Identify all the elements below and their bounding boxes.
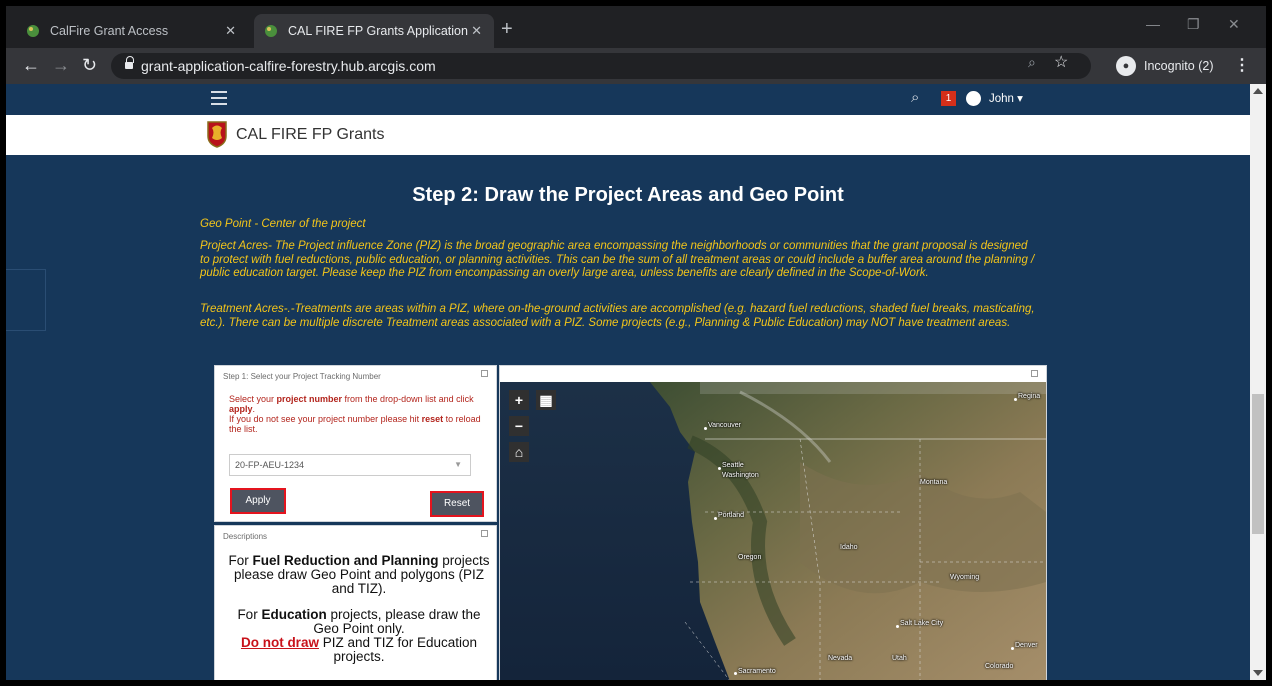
side-panel-tab[interactable] xyxy=(6,269,46,331)
selected-project-value: 20-FP-AEU-1234 xyxy=(235,460,305,470)
forward-arrow-icon[interactable]: → xyxy=(52,56,70,74)
brand-bar: CAL FIRE FP Grants xyxy=(6,115,1250,155)
treatment-acres-note: Treatment Acres-.-Treatments are areas w… xyxy=(200,303,1035,329)
brand-name[interactable]: CAL FIRE FP Grants xyxy=(236,126,384,144)
map-label-denver: Denver xyxy=(1015,642,1038,649)
tab-title: CalFire Grant Access xyxy=(50,24,169,38)
page-viewport: ⌕ 1 John ▾ CAL FIRE FP Grants Step 2: Dr… xyxy=(6,84,1266,680)
home-icon[interactable]: ⌂ xyxy=(509,442,529,462)
scrollbar-thumb[interactable] xyxy=(1252,394,1264,534)
hamburger-menu-icon[interactable] xyxy=(211,91,227,105)
maximize-icon[interactable] xyxy=(1031,370,1038,377)
maximize-icon[interactable] xyxy=(481,530,488,537)
zoom-icon[interactable]: ⌕ xyxy=(1028,54,1036,71)
map-label-sacramento: Sacramento xyxy=(738,668,776,675)
map-label-washington: Washington xyxy=(722,472,759,479)
descriptions-panel: Descriptions For Fuel Reduction and Plan… xyxy=(214,525,497,680)
site-top-nav: ⌕ 1 John ▾ xyxy=(6,84,1250,115)
browser-menu-icon[interactable]: ⋮ xyxy=(1234,55,1250,75)
globe-favicon-icon xyxy=(27,25,39,37)
project-acres-note: Project Acres- The Project influence Zon… xyxy=(200,240,1035,280)
close-icon[interactable]: ✕ xyxy=(471,23,482,39)
chevron-down-icon: ▼ xyxy=(454,460,462,469)
search-icon[interactable]: ⌕ xyxy=(911,89,919,106)
geo-point-note: Geo Point - Center of the project xyxy=(200,218,366,230)
reload-icon[interactable]: ↻ xyxy=(82,56,97,74)
tab-calfire-fp-grants[interactable]: CAL FIRE FP Grants Application ✕ xyxy=(254,14,494,48)
tab-calfire-grant-access[interactable]: CalFire Grant Access ✕ xyxy=(16,14,248,48)
map-city-dot xyxy=(1014,398,1017,401)
map-city-dot xyxy=(718,467,721,470)
reset-button[interactable]: Reset xyxy=(430,491,484,517)
tab-title: CAL FIRE FP Grants Application xyxy=(288,24,468,38)
map-label-salt-lake-city: Salt Lake City xyxy=(900,620,944,627)
map-label-montana: Montana xyxy=(920,479,948,486)
browser-window: CalFire Grant Access ✕ CAL FIRE FP Grant… xyxy=(6,6,1266,680)
restore-icon[interactable]: ❐ xyxy=(1187,16,1200,33)
map-label-nevada: Nevada xyxy=(828,655,853,662)
globe-favicon-icon xyxy=(265,25,277,37)
tab-strip: CalFire Grant Access ✕ CAL FIRE FP Grant… xyxy=(6,6,1266,48)
map-label-idaho: Idaho xyxy=(840,544,858,551)
scroll-up-arrow-icon[interactable] xyxy=(1253,88,1263,94)
zoom-out-icon[interactable]: − xyxy=(509,416,529,436)
map-label-seattle: Seattle xyxy=(722,462,744,469)
map-city-dot xyxy=(704,427,707,430)
calfire-logo[interactable] xyxy=(206,120,228,148)
map-label-vancouver: Vancouver xyxy=(708,422,741,429)
map-label-wyoming: Wyoming xyxy=(950,574,980,581)
incognito-icon: ● xyxy=(1116,56,1136,76)
bookmark-star-icon[interactable]: ☆ xyxy=(1054,52,1068,72)
url-text: grant-application-calfire-forestry.hub.a… xyxy=(141,58,436,74)
apply-button[interactable]: Apply xyxy=(230,488,286,514)
map-city-dot xyxy=(734,672,737,675)
window-close-icon[interactable]: ✕ xyxy=(1228,16,1240,33)
new-tab-plus-icon[interactable]: + xyxy=(501,19,513,39)
user-menu[interactable]: John ▾ xyxy=(989,91,1023,105)
step1-panel: Step 1: Select your Project Tracking Num… xyxy=(214,365,497,522)
map-label-oregon: Oregon xyxy=(738,554,762,561)
descriptions-panel-header: Descriptions xyxy=(223,532,268,541)
map-label-portland: Portland xyxy=(718,512,745,519)
map-city-dot xyxy=(1011,647,1014,650)
notification-badge[interactable]: 1 xyxy=(941,91,956,106)
incognito-label: Incognito (2) xyxy=(1144,59,1214,73)
map-city-dot xyxy=(896,625,899,628)
descriptions-text: For Fuel Reduction and Planning projects… xyxy=(228,553,490,664)
page-title: Step 2: Draw the Project Areas and Geo P… xyxy=(412,184,844,206)
back-arrow-icon[interactable]: ← xyxy=(22,56,40,74)
incognito-indicator[interactable]: ● Incognito (2) xyxy=(1116,56,1213,76)
map-label-regina: Regina xyxy=(1018,393,1041,400)
project-number-select[interactable]: 20-FP-AEU-1234 ▼ xyxy=(229,454,471,476)
do-not-draw-link[interactable]: Do not draw xyxy=(241,635,319,650)
map-label-colorado: Colorado xyxy=(985,663,1014,670)
page-scrollbar[interactable] xyxy=(1250,84,1266,680)
map-city-dot xyxy=(714,517,717,520)
scroll-down-arrow-icon[interactable] xyxy=(1253,670,1263,676)
zoom-in-icon[interactable]: + xyxy=(509,390,529,410)
map-panel: + − ⌂ ▦ Regina Vancouver Seattle Washing… xyxy=(499,365,1047,680)
url-field[interactable]: grant-application-calfire-forestry.hub.a… xyxy=(111,53,1091,79)
step1-panel-header: Step 1: Select your Project Tracking Num… xyxy=(223,372,381,381)
user-avatar[interactable] xyxy=(966,91,981,106)
map-imagery xyxy=(500,382,1046,680)
step1-instructions: Select your project number from the drop… xyxy=(229,394,481,434)
maximize-icon[interactable] xyxy=(481,370,488,377)
close-icon[interactable]: ✕ xyxy=(225,23,236,39)
basemap-gallery-icon[interactable]: ▦ xyxy=(536,390,556,410)
lock-icon xyxy=(125,56,134,71)
minimize-icon[interactable]: — xyxy=(1146,16,1160,32)
address-bar-row: ← → ↻ grant-application-calfire-forestry… xyxy=(6,48,1266,84)
satellite-map[interactable]: + − ⌂ ▦ Regina Vancouver Seattle Washing… xyxy=(500,382,1046,680)
map-label-utah: Utah xyxy=(892,655,907,662)
